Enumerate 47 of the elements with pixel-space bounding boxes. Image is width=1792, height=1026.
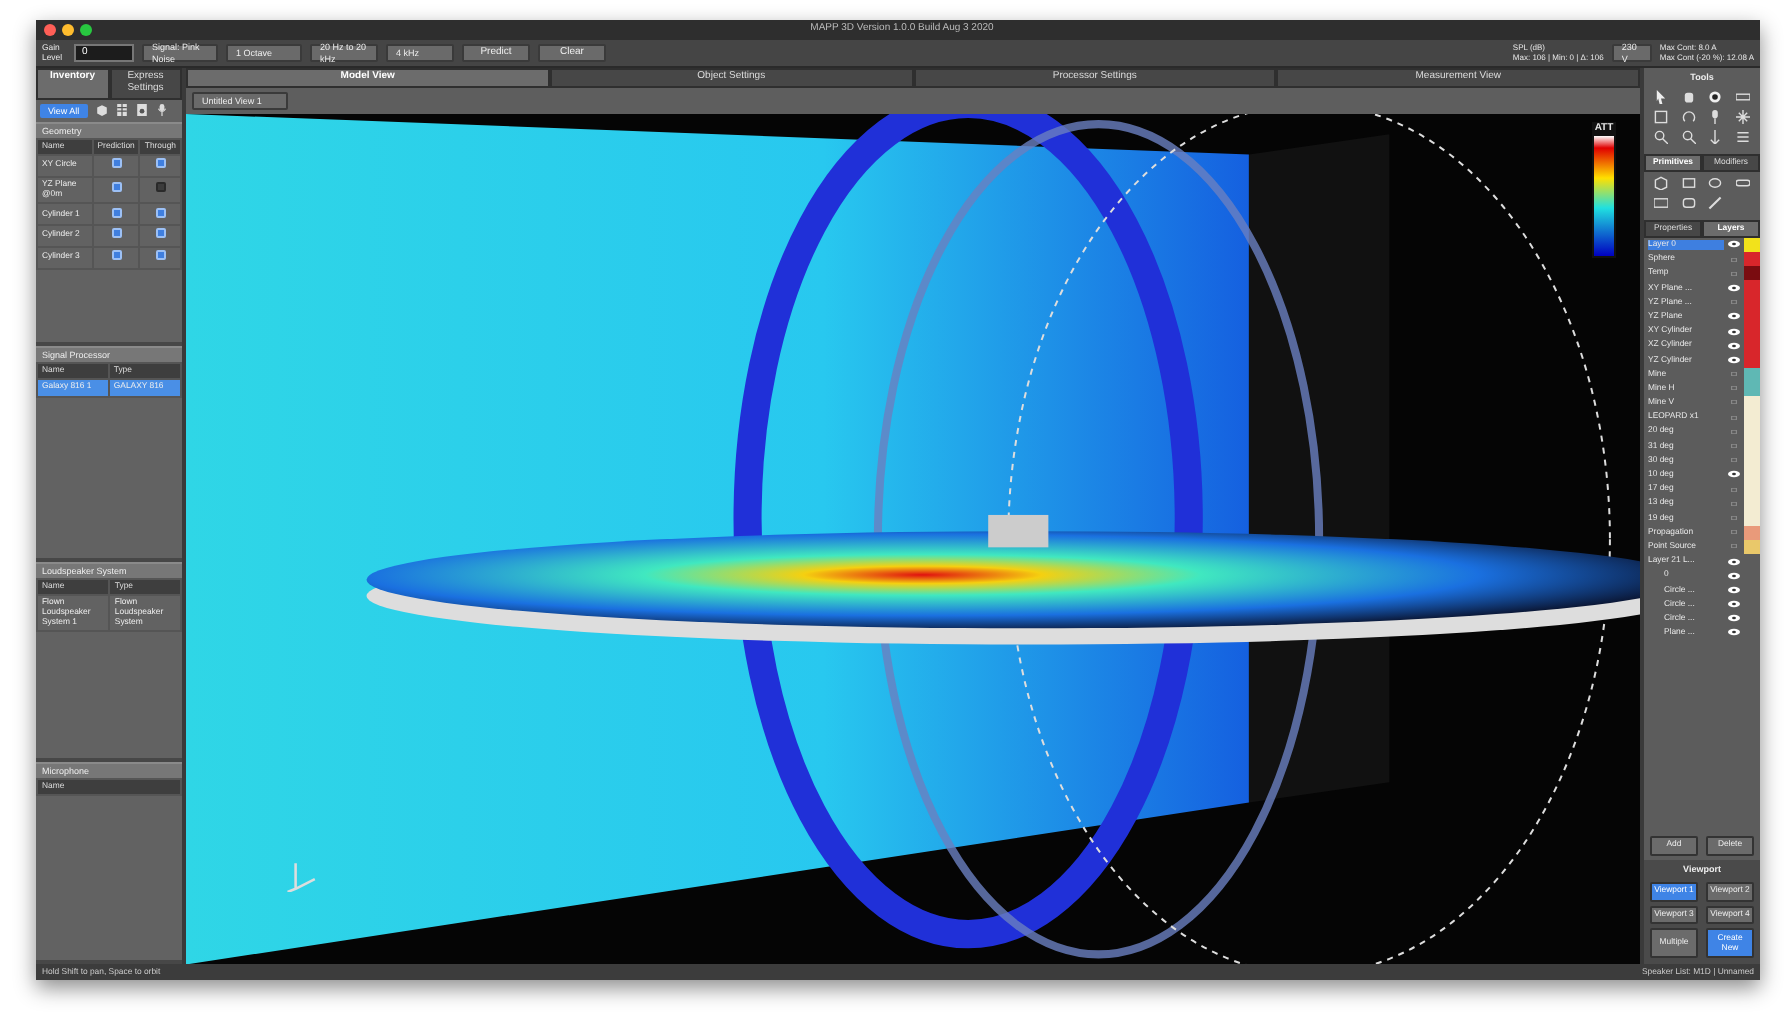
eye-icon[interactable] bbox=[1728, 600, 1740, 609]
cylinder-icon[interactable] bbox=[1708, 176, 1723, 190]
checkbox[interactable] bbox=[155, 228, 166, 239]
capsule-icon[interactable] bbox=[1736, 176, 1751, 190]
menu-icon[interactable] bbox=[1736, 130, 1751, 145]
line-icon[interactable] bbox=[1708, 196, 1723, 210]
microphone-icon[interactable] bbox=[155, 104, 168, 117]
eye-icon[interactable] bbox=[1728, 341, 1740, 350]
speaker-icon[interactable] bbox=[135, 104, 148, 117]
checkbox[interactable] bbox=[155, 250, 166, 261]
eye-icon[interactable] bbox=[1728, 614, 1740, 623]
ruler-icon[interactable] bbox=[1736, 90, 1751, 105]
microphone-icon[interactable] bbox=[1708, 110, 1723, 125]
eye-icon[interactable] bbox=[1728, 283, 1740, 292]
cube-icon[interactable] bbox=[1653, 176, 1668, 190]
eye-icon[interactable] bbox=[1728, 585, 1740, 594]
zoom-icon[interactable] bbox=[80, 24, 92, 36]
cube-icon[interactable] bbox=[95, 104, 108, 117]
checkbox[interactable] bbox=[111, 207, 122, 218]
grid-panel-icon[interactable] bbox=[115, 104, 128, 117]
checkbox[interactable] bbox=[111, 158, 122, 169]
orbit-icon[interactable] bbox=[1708, 90, 1723, 105]
zoom-in-icon[interactable] bbox=[1653, 130, 1668, 145]
axis-gizmo-icon bbox=[286, 860, 318, 892]
box-icon[interactable] bbox=[1681, 176, 1696, 190]
eye-icon[interactable] bbox=[1728, 355, 1740, 364]
checkbox[interactable] bbox=[155, 158, 166, 169]
frame-icon[interactable] bbox=[1653, 110, 1668, 125]
eye-icon[interactable] bbox=[1728, 470, 1740, 479]
eye-icon[interactable] bbox=[1728, 240, 1740, 249]
color-scale-bar bbox=[1594, 135, 1614, 255]
close-icon[interactable] bbox=[44, 24, 56, 36]
checkbox[interactable] bbox=[111, 250, 122, 261]
eye-icon[interactable] bbox=[1728, 571, 1740, 580]
eye-icon[interactable] bbox=[1728, 327, 1740, 336]
eye-icon[interactable] bbox=[1728, 628, 1740, 637]
rotate-icon[interactable] bbox=[1681, 110, 1696, 125]
3d-scene-drawing[interactable] bbox=[186, 113, 1640, 964]
minimize-icon[interactable] bbox=[62, 24, 74, 36]
checkbox[interactable] bbox=[111, 182, 122, 193]
eye-icon[interactable] bbox=[1728, 557, 1740, 566]
rounded-rectangle-icon[interactable] bbox=[1681, 196, 1696, 210]
checkbox[interactable] bbox=[155, 182, 166, 193]
pointer-icon[interactable] bbox=[1653, 90, 1668, 105]
checkbox[interactable] bbox=[111, 228, 122, 239]
eye-icon[interactable] bbox=[1728, 312, 1740, 321]
checkbox[interactable] bbox=[155, 207, 166, 218]
